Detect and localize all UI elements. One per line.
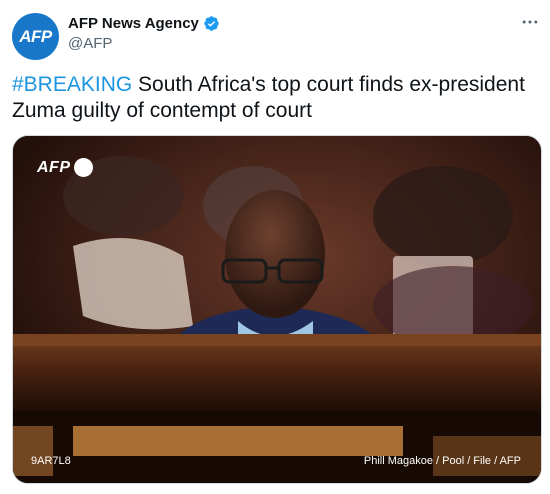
more-options-icon	[522, 20, 538, 24]
verified-badge-icon	[204, 16, 219, 31]
tweet-photo[interactable]: AFP 9AR7L8 Phill Magakoe / Pool / File /…	[12, 135, 542, 484]
photo-image	[13, 136, 541, 483]
author-info: AFP News Agency @AFP	[68, 15, 220, 52]
afp-logo-dot	[73, 158, 93, 177]
name-row: AFP News Agency	[68, 15, 220, 32]
more-options-button[interactable]	[518, 10, 542, 34]
avatar-text: AFP	[19, 26, 52, 46]
afp-logo-text: AFP	[37, 158, 71, 176]
display-name[interactable]: AFP News Agency	[68, 15, 199, 32]
avatar[interactable]: AFP	[12, 13, 59, 60]
photo-id: 9AR7L8	[31, 455, 71, 467]
hashtag-link[interactable]: #BREAKING	[12, 73, 132, 96]
afp-watermark-logo: AFP	[37, 158, 93, 177]
tweet-text: #BREAKING South Africa's top court finds…	[12, 72, 542, 124]
handle[interactable]: @AFP	[68, 35, 220, 52]
photo-credit: Phill Magakoe / Pool / File / AFP	[363, 455, 521, 467]
